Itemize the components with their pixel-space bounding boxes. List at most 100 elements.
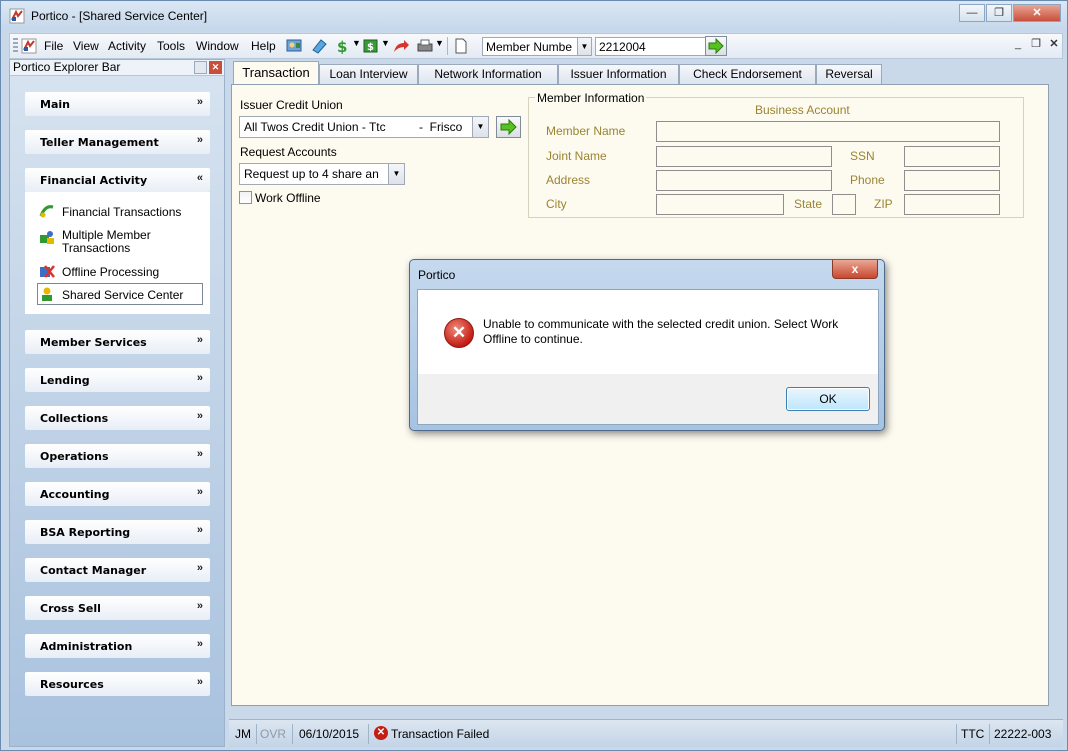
expand-chevron-icon[interactable]: » <box>197 638 203 650</box>
group-lending[interactable]: Lending » <box>25 368 210 392</box>
document-icon[interactable] <box>452 38 470 54</box>
expand-chevron-icon[interactable]: » <box>197 334 203 346</box>
dollar-dropdown-icon[interactable]: ▼ <box>352 38 361 48</box>
joint-name-field[interactable] <box>656 146 832 167</box>
expand-chevron-icon[interactable]: » <box>197 410 203 422</box>
status-bar: JM OVR 06/10/2015 ✕ Transaction Failed T… <box>229 719 1063 747</box>
chevron-down-icon[interactable]: ▼ <box>577 38 591 55</box>
group-resources[interactable]: Resources » <box>25 672 210 696</box>
sidebar-item-multiple-member-transactions[interactable]: Multiple Member Transactions <box>62 229 151 255</box>
group-contact-manager[interactable]: Contact Manager » <box>25 558 210 582</box>
sidebar-item-offline-processing[interactable]: Offline Processing <box>62 266 159 279</box>
sidebar-item-financial-transactions[interactable]: Financial Transactions <box>62 206 181 219</box>
tab-transaction[interactable]: Transaction <box>233 61 319 85</box>
state-field[interactable] <box>832 194 856 215</box>
cash-dropdown-icon[interactable]: ▼ <box>381 38 390 48</box>
member-field-select-value: Member Numbe <box>486 40 573 54</box>
forward-arrow-icon[interactable] <box>392 38 410 54</box>
member-go-button[interactable] <box>705 36 727 56</box>
work-offline-checkbox[interactable] <box>239 191 252 204</box>
expand-chevron-icon[interactable]: » <box>197 676 203 688</box>
group-cross-sell[interactable]: Cross Sell » <box>25 596 210 620</box>
receipt-icon[interactable] <box>310 38 328 54</box>
phone-label: Phone <box>850 173 885 187</box>
member-search-icon[interactable] <box>286 38 304 54</box>
member-number-input[interactable]: 2212004 <box>595 37 713 56</box>
tab-network-information[interactable]: Network Information <box>418 64 558 84</box>
mdi-close-button[interactable]: ✕ <box>1046 38 1062 52</box>
dollar-icon[interactable]: $ <box>334 38 352 54</box>
expand-chevron-icon[interactable]: » <box>197 96 203 108</box>
request-accounts-select[interactable]: Request up to 4 share an ▼ <box>239 163 405 185</box>
mdi-minimize-button[interactable]: _ <box>1010 38 1026 52</box>
grip-icon <box>13 38 18 54</box>
sidebar-item-shared-service-center[interactable]: Shared Service Center <box>62 289 183 302</box>
zip-field[interactable] <box>904 194 1000 215</box>
status-separator <box>368 724 369 744</box>
tab-loan-interview[interactable]: Loan Interview <box>319 64 418 84</box>
group-bsa-reporting[interactable]: BSA Reporting » <box>25 520 210 544</box>
group-main[interactable]: Main » <box>25 92 210 116</box>
dialog-message: Unable to communicate with the selected … <box>483 317 839 346</box>
close-button[interactable]: ✕ <box>1013 4 1061 22</box>
member-name-field[interactable] <box>656 121 1000 142</box>
explorer-close-icon[interactable]: ✕ <box>209 61 222 74</box>
expand-chevron-icon[interactable]: » <box>197 524 203 536</box>
printer-dropdown-icon[interactable]: ▼ <box>435 38 444 48</box>
offline-processing-icon <box>40 265 55 278</box>
error-icon: ✕ <box>444 318 474 348</box>
chevron-down-icon[interactable]: ▼ <box>388 164 404 184</box>
tab-issuer-information[interactable]: Issuer Information <box>558 64 679 84</box>
menu-activity[interactable]: Activity <box>108 39 146 53</box>
group-accounting[interactable]: Accounting » <box>25 482 210 506</box>
phone-field[interactable] <box>904 170 1000 191</box>
ssn-field[interactable] <box>904 146 1000 167</box>
dialog-close-button[interactable]: x <box>832 260 878 279</box>
expand-chevron-icon[interactable]: » <box>197 448 203 460</box>
group-label: Operations <box>40 450 109 463</box>
chevron-down-icon[interactable]: ▼ <box>472 117 488 137</box>
member-name-label: Member Name <box>546 124 626 138</box>
issuer-go-button[interactable] <box>496 116 521 138</box>
printer-icon[interactable] <box>416 38 434 54</box>
member-field-select[interactable]: Member Numbe ▼ <box>482 37 592 56</box>
menu-file[interactable]: File <box>44 39 63 53</box>
menu-view[interactable]: View <box>73 39 99 53</box>
title-bar: Portico - [Shared Service Center] — ❐ ✕ <box>1 1 1067 31</box>
collapse-chevron-icon[interactable]: « <box>197 172 203 184</box>
menu-tools[interactable]: Tools <box>157 39 185 53</box>
dialog-title: Portico <box>418 268 456 282</box>
menu-window[interactable]: Window <box>196 39 239 53</box>
group-collections[interactable]: Collections » <box>25 406 210 430</box>
error-icon: ✕ <box>374 726 388 740</box>
status-separator <box>256 724 257 744</box>
address-field[interactable] <box>656 170 832 191</box>
tab-check-endorsement[interactable]: Check Endorsement <box>679 64 816 84</box>
group-member-services[interactable]: Member Services » <box>25 330 210 354</box>
restore-button[interactable]: ❐ <box>986 4 1012 22</box>
expand-chevron-icon[interactable]: » <box>197 486 203 498</box>
expand-chevron-icon[interactable]: » <box>197 562 203 574</box>
expand-chevron-icon[interactable]: » <box>197 600 203 612</box>
group-label: Financial Activity <box>40 174 148 187</box>
expand-chevron-icon[interactable]: » <box>197 134 203 146</box>
group-financial-activity[interactable]: Financial Activity « <box>25 168 210 192</box>
group-administration[interactable]: Administration » <box>25 634 210 658</box>
city-field[interactable] <box>656 194 784 215</box>
minimize-button[interactable]: — <box>959 4 985 22</box>
group-operations[interactable]: Operations » <box>25 444 210 468</box>
pin-icon[interactable] <box>194 61 207 74</box>
group-label: Administration <box>40 640 133 653</box>
city-label: City <box>546 197 567 211</box>
issuer-credit-union-select[interactable]: All Twos Credit Union - Ttc - Frisco ▼ <box>239 116 489 138</box>
ok-button[interactable]: OK <box>786 387 870 411</box>
menu-help[interactable]: Help <box>251 39 276 53</box>
tab-reversal[interactable]: Reversal <box>816 64 882 84</box>
expand-chevron-icon[interactable]: » <box>197 372 203 384</box>
joint-name-label: Joint Name <box>546 149 607 163</box>
group-teller-management[interactable]: Teller Management » <box>25 130 210 154</box>
mdi-restore-button[interactable]: ❐ <box>1028 38 1044 52</box>
portico-menu-icon[interactable] <box>20 38 38 54</box>
cash-icon[interactable]: $ <box>362 38 380 54</box>
green-arrow-icon <box>500 118 517 136</box>
